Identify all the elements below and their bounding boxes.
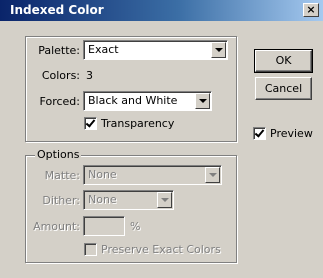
close-button[interactable]: × [303, 3, 319, 17]
dither-label: Dither: [42, 194, 80, 207]
palette-value: Exact [88, 43, 119, 56]
forced-select[interactable]: Black and White [83, 91, 212, 111]
chevron-down-icon [209, 173, 217, 177]
palette-label: Palette: [38, 44, 80, 57]
palette-dropdown-button[interactable] [211, 42, 226, 58]
chevron-down-icon [161, 198, 169, 202]
close-icon: × [306, 3, 316, 16]
colors-value: 3 [86, 69, 93, 82]
dither-select[interactable]: None [83, 190, 174, 210]
transparency-checkbox[interactable] [84, 117, 97, 130]
dither-dropdown-button[interactable] [157, 192, 172, 208]
title-bar: Indexed Color × [0, 0, 323, 21]
chevron-down-icon [199, 99, 207, 103]
ok-button[interactable]: OK [254, 49, 313, 73]
dither-value: None [88, 193, 117, 206]
forced-value: Black and White [88, 94, 178, 107]
preview-checkbox[interactable] [253, 127, 266, 140]
preserve-exact-colors-checkbox[interactable] [84, 243, 97, 256]
forced-label: Forced: [39, 95, 80, 108]
cancel-button[interactable]: Cancel [255, 77, 312, 100]
matte-value: None [88, 168, 117, 181]
matte-label: Matte: [44, 169, 80, 182]
preserve-exact-colors-label[interactable]: Preserve Exact Colors [101, 243, 221, 256]
palette-select[interactable]: Exact [83, 40, 228, 60]
matte-dropdown-button[interactable] [205, 167, 220, 183]
colors-label: Colors: [41, 69, 80, 82]
amount-input[interactable] [83, 216, 125, 236]
options-legend: Options [35, 148, 82, 161]
preview-label[interactable]: Preview [270, 127, 313, 140]
transparency-label[interactable]: Transparency [101, 117, 174, 130]
matte-select[interactable]: None [83, 165, 222, 185]
cancel-label: Cancel [264, 82, 303, 95]
forced-dropdown-button[interactable] [195, 93, 210, 109]
ok-label: OK [275, 54, 292, 67]
window-title: Indexed Color [10, 3, 104, 17]
chevron-down-icon [215, 48, 223, 52]
amount-unit: % [130, 220, 141, 233]
amount-label: Amount: [33, 220, 80, 233]
